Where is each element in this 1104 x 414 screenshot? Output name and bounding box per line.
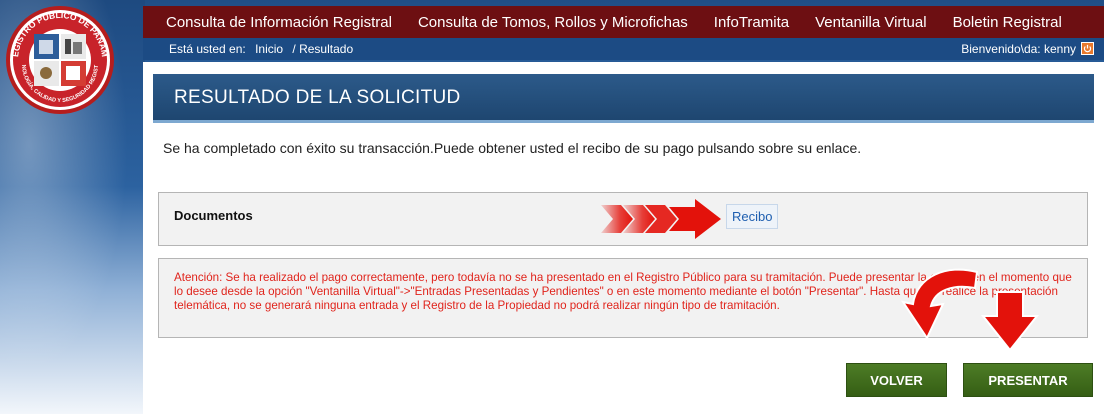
nav-boletin-registral[interactable]: Boletin Registral (940, 14, 1075, 31)
registro-publico-logo[interactable]: REGISTRO PÚBLICO DE PANAMÁ TECNOLOGÍA, C… (1, 0, 116, 116)
success-message: Se ha completado con éxito su transacció… (163, 140, 862, 156)
welcome-user-text: Bienvenido\da: kenny (961, 42, 1076, 56)
main-navigation: Consulta de Información Registral Consul… (143, 6, 1104, 38)
breadcrumb-bar: Está usted en: Inicio / Resultado Bienve… (143, 38, 1104, 60)
nav-consulta-tomos-rollos[interactable]: Consulta de Tomos, Rollos y Microfichas (405, 14, 701, 31)
warning-text: Atención: Se ha realizado el pago correc… (174, 271, 1072, 312)
logo-seal-icon: REGISTRO PÚBLICO DE PANAMÁ TECNOLOGÍA, C… (1, 0, 114, 114)
warning-box: Atención: Se ha realizado el pago correc… (158, 258, 1088, 338)
presentar-button[interactable]: PRESENTAR (963, 363, 1093, 397)
content-panel: RESULTADO DE LA SOLICITUD Se ha completa… (143, 62, 1104, 414)
documents-box: Documentos Recibo (158, 192, 1088, 246)
breadcrumb-home-link[interactable]: Inicio (255, 42, 283, 56)
breadcrumb-prefix: Está usted en: (169, 42, 246, 56)
page-title: RESULTADO DE LA SOLICITUD (174, 87, 461, 108)
power-icon (1083, 44, 1092, 53)
result-header: RESULTADO DE LA SOLICITUD (153, 74, 1094, 123)
breadcrumb: Está usted en: Inicio / Resultado (169, 42, 359, 56)
red-chevron-arrows-icon (601, 199, 721, 239)
documents-label: Documentos (174, 208, 253, 223)
nav-consulta-informacion-registral[interactable]: Consulta de Información Registral (143, 14, 405, 31)
recibo-link[interactable]: Recibo (726, 204, 779, 229)
logout-button[interactable] (1081, 42, 1094, 55)
nav-ventanilla-virtual[interactable]: Ventanilla Virtual (802, 14, 939, 31)
breadcrumb-current: / Resultado (292, 42, 354, 56)
nav-infotramita[interactable]: InfoTramita (701, 14, 802, 31)
volver-button[interactable]: VOLVER (846, 363, 947, 397)
